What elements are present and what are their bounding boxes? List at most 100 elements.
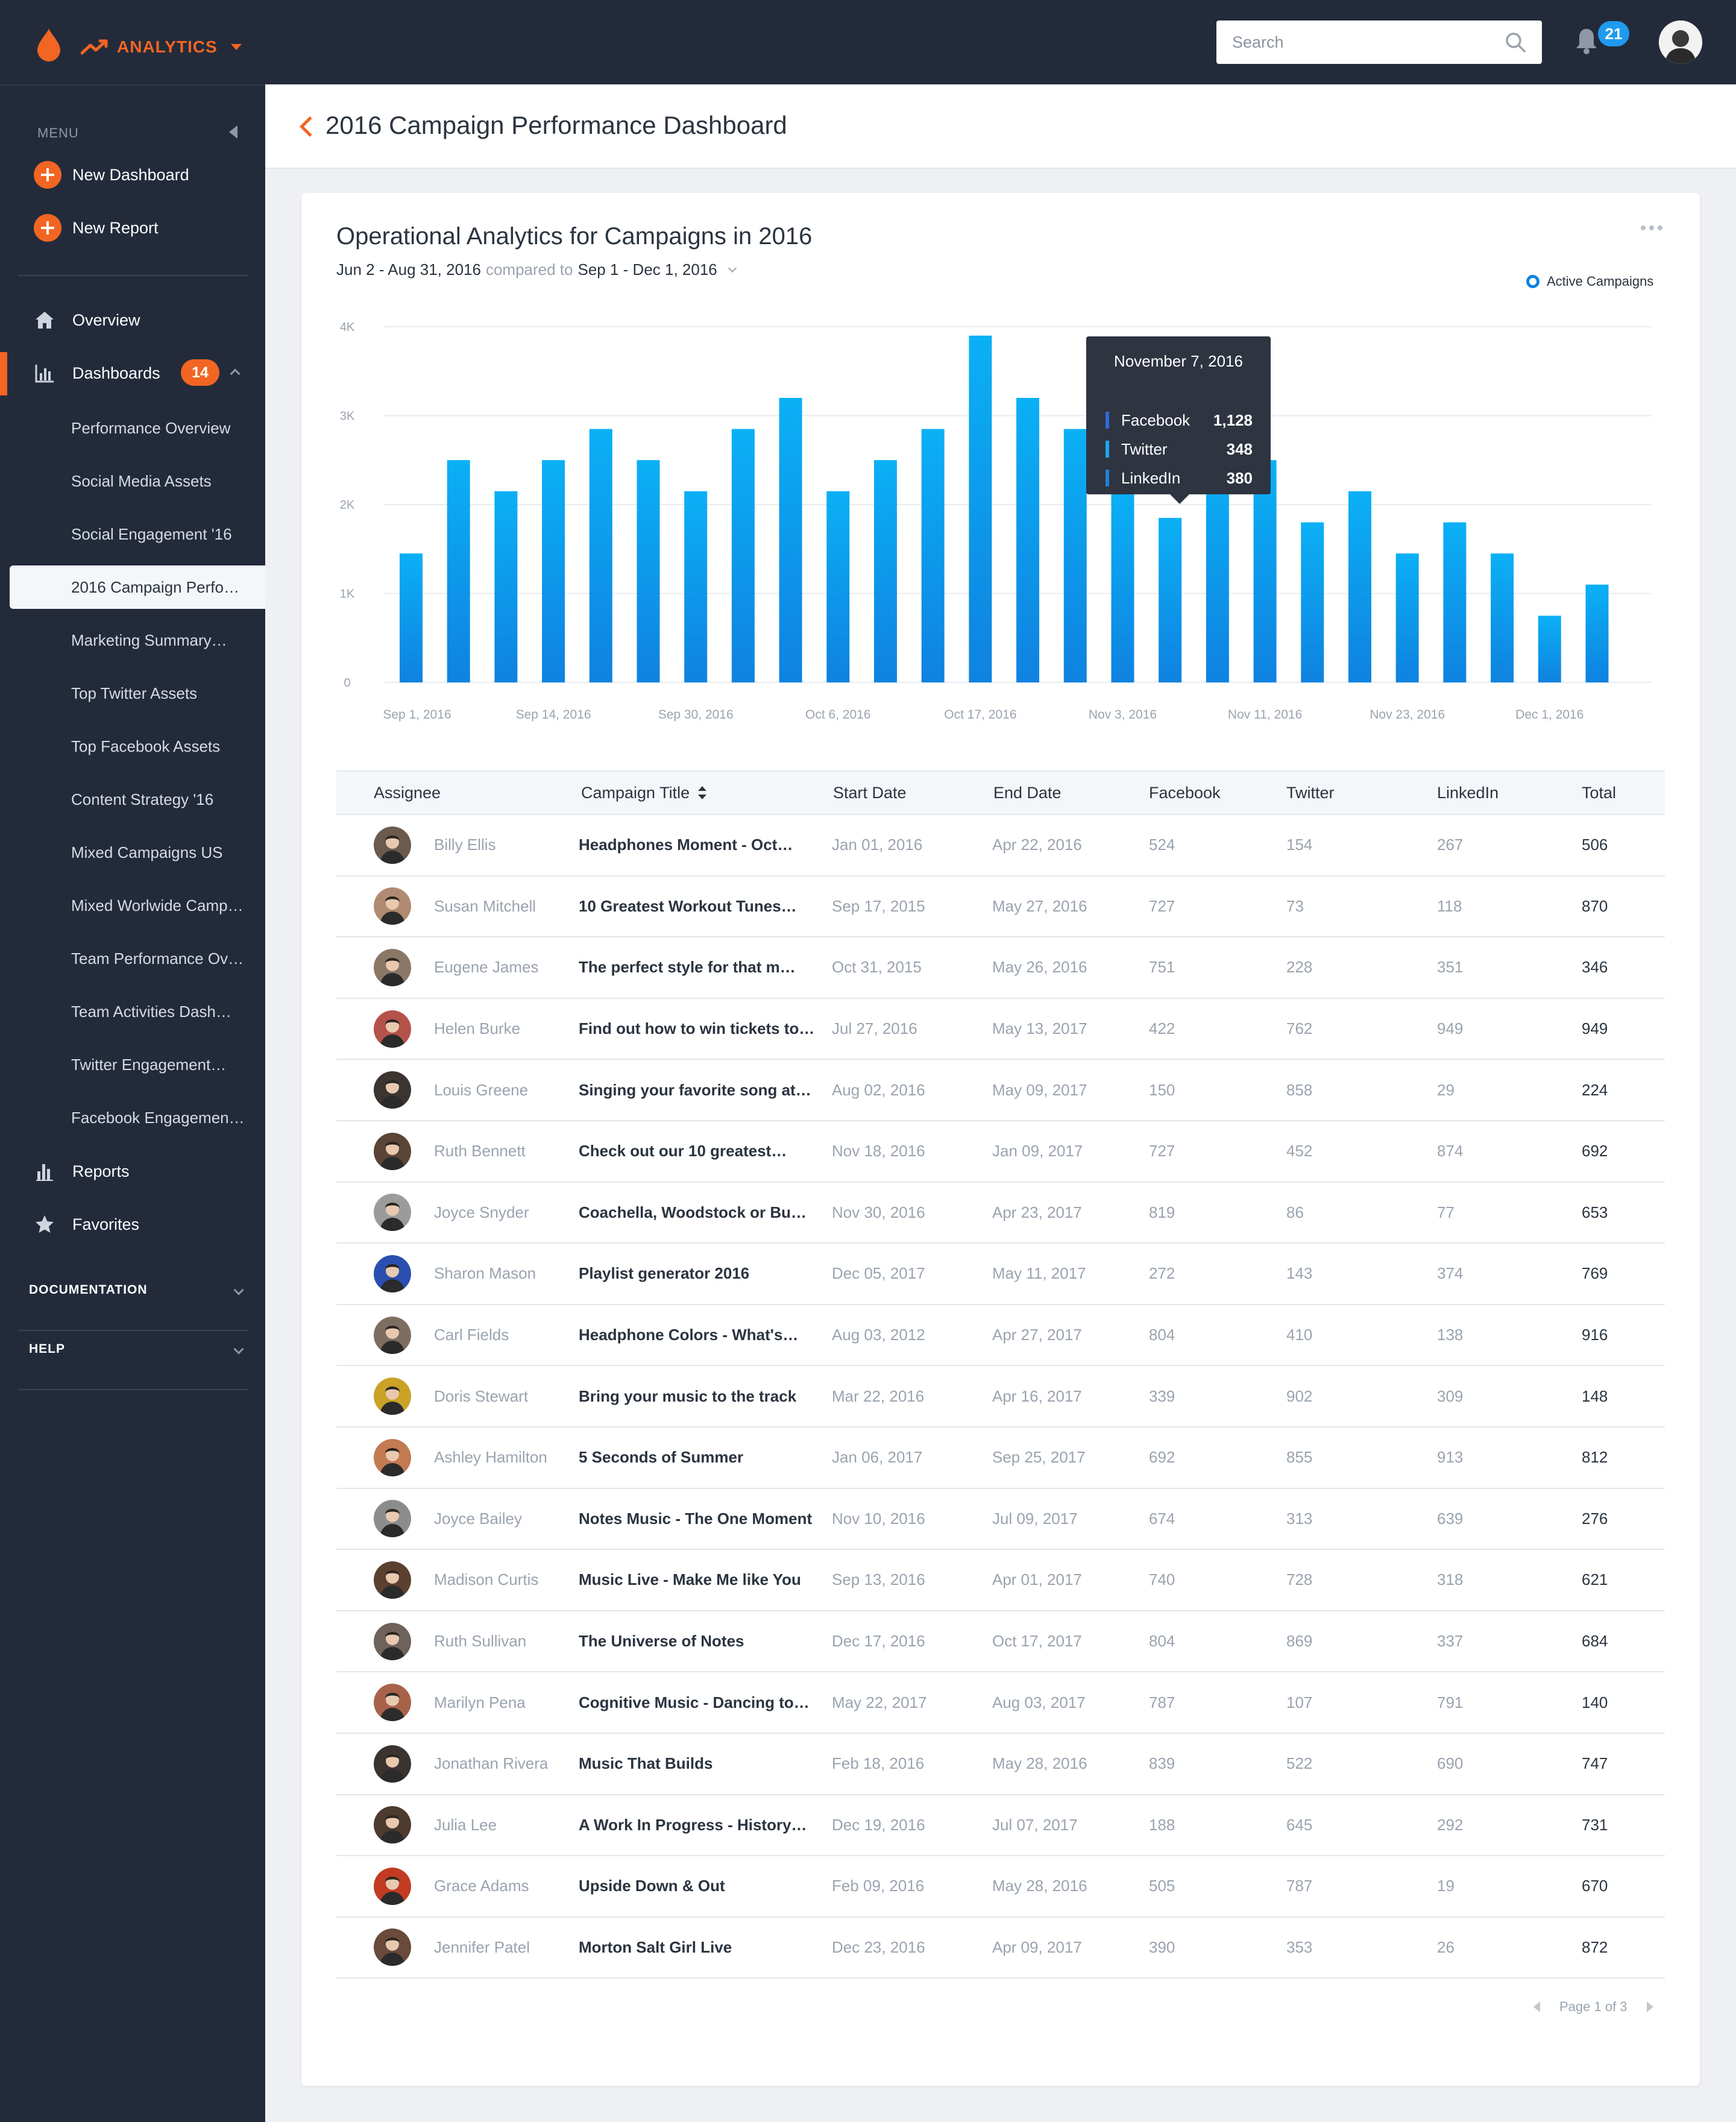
table-row[interactable]: Ruth Sullivan The Universe of Notes Dec 17… bbox=[336, 1611, 1665, 1673]
search-input[interactable] bbox=[1216, 20, 1494, 64]
chart-bar[interactable] bbox=[826, 491, 850, 682]
chart-bar[interactable] bbox=[1491, 553, 1514, 682]
sidebar-item-favorites[interactable]: Favorites bbox=[34, 1209, 139, 1239]
sort-icon[interactable] bbox=[698, 786, 707, 799]
chart-bar[interactable] bbox=[1443, 522, 1467, 683]
chart-bar[interactable] bbox=[731, 429, 755, 682]
new-dashboard-button[interactable]: New Dashboard bbox=[34, 160, 189, 189]
sidebar-item-dashboards[interactable]: Dashboards bbox=[34, 358, 160, 388]
campaign-title-cell[interactable]: Playlist generator 2016 bbox=[579, 1244, 820, 1304]
table-row[interactable]: Susan Mitchell 10 Greatest Workout Tunes…… bbox=[336, 877, 1665, 938]
documentation-section[interactable]: DOCUMENTATION bbox=[29, 1277, 246, 1303]
table-row[interactable]: Grace Adams Upside Down & Out Feb 09, 2016… bbox=[336, 1856, 1665, 1918]
table-row[interactable]: Carl Fields Headphone Colors - What's… Aug… bbox=[336, 1305, 1665, 1367]
help-section[interactable]: HELP bbox=[29, 1336, 246, 1362]
campaign-title-cell[interactable]: Cognitive Music - Dancing to… bbox=[579, 1672, 820, 1733]
chart-bar[interactable] bbox=[1159, 518, 1182, 682]
sidebar-dashboard-item[interactable]: Top Twitter Assets bbox=[0, 672, 265, 715]
chart-bar[interactable] bbox=[921, 429, 945, 682]
chevron-up-icon[interactable] bbox=[230, 368, 241, 379]
table-row[interactable]: Doris Stewart Bring your music to the tra… bbox=[336, 1366, 1665, 1428]
sidebar-dashboard-item[interactable]: Team Performance Ov… bbox=[0, 937, 265, 980]
sidebar-dashboard-item[interactable]: Content Strategy '16 bbox=[0, 778, 265, 821]
campaign-title-cell[interactable]: Find out how to win tickets to… bbox=[579, 999, 820, 1059]
chart-bar[interactable] bbox=[1395, 553, 1419, 682]
chart-bar[interactable] bbox=[969, 335, 992, 682]
campaign-title-cell[interactable]: The Universe of Notes bbox=[579, 1611, 820, 1672]
date-range-picker[interactable]: Jun 2 - Aug 31, 2016 compared to Sep 1 -… bbox=[336, 260, 737, 279]
column-header-twitter[interactable]: Twitter bbox=[1286, 772, 1335, 814]
column-header-linkedin[interactable]: LinkedIn bbox=[1437, 772, 1499, 814]
notification-count-badge[interactable]: 21 bbox=[1596, 19, 1631, 48]
chart-legend[interactable]: Active Campaigns bbox=[1526, 274, 1653, 289]
campaign-title-cell[interactable]: Music Live - Make Me like You bbox=[579, 1550, 820, 1610]
chart-bar[interactable] bbox=[447, 460, 470, 682]
chart-bar[interactable] bbox=[779, 398, 802, 682]
table-row[interactable]: Billy Ellis Headphones Moment - Oct… Jan 0… bbox=[336, 815, 1665, 877]
more-options-icon[interactable] bbox=[1641, 225, 1662, 230]
sidebar-dashboard-item[interactable]: Social Media Assets bbox=[0, 459, 265, 503]
campaign-title-cell[interactable]: Bring your music to the track bbox=[579, 1366, 820, 1426]
chart-bar[interactable] bbox=[1585, 584, 1609, 682]
sidebar-dashboard-item[interactable]: Social Engagement '16 bbox=[0, 512, 265, 556]
campaign-title-cell[interactable]: Notes Music - The One Moment bbox=[579, 1489, 820, 1549]
campaign-title-cell[interactable]: Morton Salt Girl Live bbox=[579, 1918, 820, 1978]
chart-bar[interactable] bbox=[637, 460, 660, 682]
sidebar-item-overview[interactable]: Overview bbox=[34, 305, 140, 335]
table-row[interactable]: Joyce Bailey Notes Music - The One Moment… bbox=[336, 1489, 1665, 1551]
campaign-title-cell[interactable]: 10 Greatest Workout Tunes… bbox=[579, 877, 820, 937]
chart-bar[interactable] bbox=[1538, 616, 1561, 682]
column-header-total[interactable]: Total bbox=[1582, 772, 1616, 814]
sidebar-dashboard-item[interactable]: 2016 Campaign Perfo… bbox=[10, 565, 265, 609]
campaign-title-cell[interactable]: Upside Down & Out bbox=[579, 1856, 820, 1916]
campaign-title-cell[interactable]: The perfect style for that m… bbox=[579, 937, 820, 998]
column-header-assignee[interactable]: Assignee bbox=[374, 772, 441, 814]
table-row[interactable]: Madison Curtis Music Live - Make Me like … bbox=[336, 1550, 1665, 1611]
column-header-start-date[interactable]: Start Date bbox=[833, 772, 907, 814]
sidebar-dashboard-item[interactable]: Top Facebook Assets bbox=[0, 725, 265, 768]
sidebar-dashboard-item[interactable]: Team Activities Dash… bbox=[0, 990, 265, 1033]
sidebar-dashboard-item[interactable]: Marketing Summary… bbox=[0, 619, 265, 662]
campaign-title-cell[interactable]: A Work In Progress - History… bbox=[579, 1795, 820, 1856]
collapse-sidebar-icon[interactable] bbox=[229, 125, 237, 139]
sidebar-dashboard-item[interactable]: Twitter Engagement… bbox=[0, 1043, 265, 1086]
chart-bar[interactable] bbox=[1063, 429, 1087, 682]
chart-bar[interactable] bbox=[1016, 398, 1040, 682]
table-row[interactable]: Julia Lee A Work In Progress - History… De… bbox=[336, 1795, 1665, 1857]
table-row[interactable]: Ruth Bennett Check out our 10 greatest… No… bbox=[336, 1121, 1665, 1183]
analytics-menu[interactable]: ANALYTICS bbox=[81, 30, 242, 64]
campaign-title-cell[interactable]: Coachella, Woodstock or Bu… bbox=[579, 1183, 820, 1243]
chart-bar[interactable] bbox=[1348, 491, 1371, 682]
chart-bar[interactable] bbox=[400, 553, 423, 682]
logo-drop-icon[interactable] bbox=[35, 28, 63, 63]
chart-bar[interactable] bbox=[874, 460, 897, 682]
sidebar-dashboard-item[interactable]: Performance Overview bbox=[0, 406, 265, 450]
user-avatar[interactable] bbox=[1659, 20, 1702, 64]
sidebar-dashboard-item[interactable]: Facebook Engagemen… bbox=[0, 1096, 265, 1139]
campaign-title-cell[interactable]: Headphones Moment - Oct… bbox=[579, 815, 820, 875]
new-report-button[interactable]: New Report bbox=[34, 213, 159, 242]
chart-bar[interactable] bbox=[1301, 522, 1324, 683]
table-row[interactable]: Louis Greene Singing your favorite song a… bbox=[336, 1060, 1665, 1121]
bell-icon[interactable] bbox=[1574, 27, 1599, 55]
sidebar-item-reports[interactable]: Reports bbox=[34, 1156, 130, 1186]
column-header-end-date[interactable]: End Date bbox=[993, 772, 1061, 814]
table-row[interactable]: Joyce Snyder Coachella, Woodstock or Bu… N… bbox=[336, 1183, 1665, 1244]
table-row[interactable]: Marilyn Pena Cognitive Music - Dancing to… bbox=[336, 1672, 1665, 1734]
campaign-title-cell[interactable]: Headphone Colors - What's… bbox=[579, 1305, 820, 1365]
previous-page-icon[interactable] bbox=[1533, 2001, 1540, 2012]
chart-bar[interactable] bbox=[589, 429, 612, 682]
chart-bar[interactable] bbox=[542, 460, 565, 682]
sidebar-dashboard-item[interactable]: Mixed Worlwide Camp… bbox=[0, 884, 265, 927]
chart-bar[interactable] bbox=[684, 491, 708, 682]
column-header-campaign-title[interactable]: Campaign Title bbox=[581, 772, 707, 814]
campaign-title-cell[interactable]: 5 Seconds of Summer bbox=[579, 1428, 820, 1488]
search-icon[interactable] bbox=[1505, 31, 1526, 53]
table-row[interactable]: Eugene James The perfect style for that m… bbox=[336, 937, 1665, 999]
sidebar-dashboard-item[interactable]: Mixed Campaigns US bbox=[0, 831, 265, 874]
campaign-title-cell[interactable]: Singing your favorite song at… bbox=[579, 1060, 820, 1120]
column-header-facebook[interactable]: Facebook bbox=[1149, 772, 1221, 814]
campaign-title-cell[interactable]: Check out our 10 greatest… bbox=[579, 1121, 820, 1182]
chart-bar[interactable] bbox=[494, 491, 518, 682]
table-row[interactable]: Ashley Hamilton 5 Seconds of Summer Jan 06… bbox=[336, 1428, 1665, 1489]
